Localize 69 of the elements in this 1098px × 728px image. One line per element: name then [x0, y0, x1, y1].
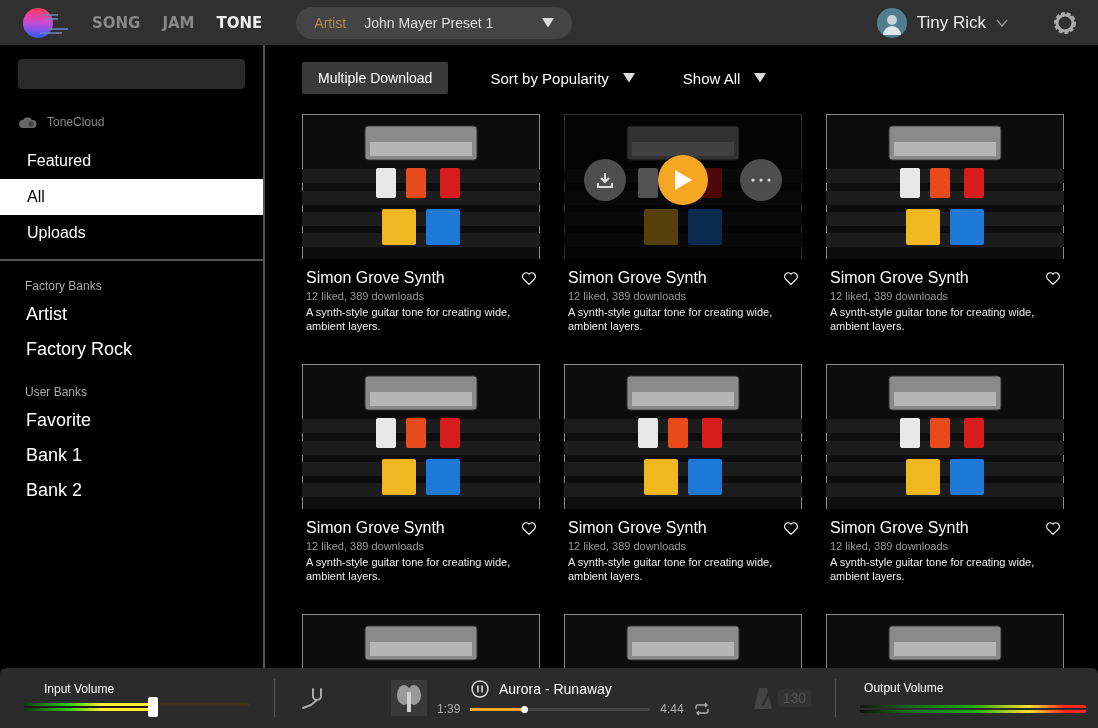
sidebar-item[interactable]: Uploads: [0, 215, 263, 251]
heart-icon[interactable]: [522, 271, 536, 285]
caret-icon: [622, 73, 635, 83]
sidebar-item[interactable]: All: [0, 179, 263, 215]
output-volume-label: Output Volume: [863, 681, 945, 695]
track-title: Aurora - Runaway: [499, 681, 612, 697]
tone-stats: 12 liked, 389 downloads: [567, 290, 688, 302]
heart-icon[interactable]: [784, 521, 798, 535]
avatar-icon: [876, 7, 907, 38]
search-field[interactable]: [18, 59, 245, 89]
nav-tab[interactable]: TONE: [216, 13, 263, 32]
more-icon: [751, 177, 771, 182]
heart-icon[interactable]: [1046, 521, 1060, 535]
download-icon: [596, 170, 614, 189]
bank-item[interactable]: Favorite: [0, 403, 263, 438]
input-volume-slider[interactable]: [24, 700, 250, 714]
tone-stats: 12 liked, 389 downloads: [829, 290, 950, 302]
tone-stats: 12 liked, 389 downloads: [567, 540, 688, 552]
sort-dropdown[interactable]: Sort by Popularity: [484, 68, 641, 88]
source-label: ToneCloud: [47, 115, 105, 129]
nav-tab[interactable]: SONG: [92, 13, 141, 32]
section-title: User Banks: [25, 385, 89, 399]
repeat-icon[interactable]: [693, 702, 710, 716]
bank-item[interactable]: Factory Rock: [0, 332, 263, 367]
bank-item[interactable]: Bank 2: [0, 473, 263, 508]
nav-tab[interactable]: JAM: [162, 13, 195, 32]
input-volume-label: Input Volume: [43, 682, 116, 696]
settings-icon[interactable]: [1052, 9, 1078, 36]
tone-description: A synth-style guitar tone for creating wide, ambient layers.: [305, 555, 512, 583]
tone-description: A synth-style guitar tone for creating wide, ambient layers.: [305, 305, 512, 333]
tone-stats: 12 liked, 389 downloads: [829, 540, 950, 552]
tone-title: Simon Grove Synth: [306, 269, 445, 287]
multiple-download-button[interactable]: Multiple Download: [302, 62, 449, 94]
progress-handle[interactable]: [521, 705, 529, 713]
sidebar-item[interactable]: Featured: [0, 143, 263, 179]
cloud-icon: [19, 116, 37, 128]
chevron-icon: [996, 18, 1008, 27]
preset-selector[interactable]: Artist John Mayer Preset 1: [296, 6, 573, 39]
tone-title: Simon Grove Synth: [830, 269, 969, 287]
heart-icon[interactable]: [784, 271, 798, 285]
bank-item[interactable]: Bank 1: [0, 438, 263, 473]
user-menu[interactable]: Tiny Rick: [870, 6, 1014, 39]
heart-icon[interactable]: [522, 521, 536, 535]
progress-bar[interactable]: [470, 707, 651, 711]
tone-description: A synth-style guitar tone for creating wide, ambient layers.: [829, 305, 1036, 333]
section-title: Factory Banks: [25, 279, 103, 293]
user-name: Tiny Rick: [916, 12, 986, 33]
tone-title: Simon Grove Synth: [568, 519, 707, 537]
caret-icon: [542, 17, 555, 28]
tone-stats: 12 liked, 389 downloads: [305, 540, 426, 552]
tone-title: Simon Grove Synth: [306, 519, 445, 537]
preset-name: John Mayer Preset 1: [364, 14, 495, 31]
heart-icon[interactable]: [1046, 271, 1060, 285]
elapsed-time: 1:39: [437, 702, 461, 716]
total-time: 4:44: [660, 702, 684, 716]
tuning-fork-icon[interactable]: [299, 686, 323, 710]
tone-description: A synth-style guitar tone for creating wide, ambient layers.: [567, 555, 774, 583]
tone-title: Simon Grove Synth: [830, 519, 969, 537]
tone-description: A synth-style guitar tone for creating wide, ambient layers.: [567, 305, 774, 333]
slider-thumb[interactable]: [147, 697, 158, 717]
play-icon: [673, 168, 693, 191]
tone-stats: 12 liked, 389 downloads: [305, 290, 426, 302]
tone-description: A synth-style guitar tone for creating wide, ambient layers.: [829, 555, 1036, 583]
tone-title: Simon Grove Synth: [568, 269, 707, 287]
bank-item[interactable]: Artist: [0, 297, 263, 332]
pause-icon[interactable]: [471, 680, 489, 698]
filter-dropdown[interactable]: Show All: [676, 68, 773, 88]
caret-icon: [754, 73, 767, 83]
preset-category: Artist: [314, 14, 347, 31]
